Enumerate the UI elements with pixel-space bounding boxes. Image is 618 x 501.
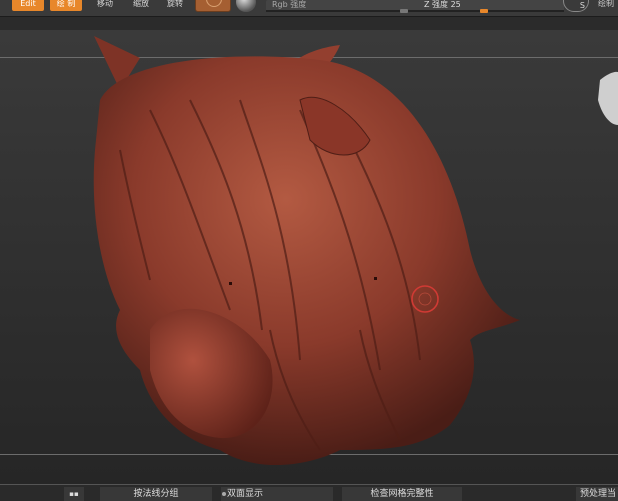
top-toolbar: Edit 绘 制 移动 缩放 旋转 Rgb 强度 Z 强度 25 S 绘制 (0, 0, 618, 17)
rotate-button[interactable]: 旋转 (160, 0, 190, 11)
rgb-slider-knob[interactable] (400, 9, 408, 13)
cut-label: 绘制 (598, 0, 614, 8)
move-button[interactable]: 移动 (90, 0, 120, 11)
s-toggle-button[interactable]: S (563, 0, 589, 12)
sphere-icon[interactable] (236, 0, 256, 12)
material-swatch-icon[interactable] (195, 0, 231, 12)
rgb-intensity-slider[interactable]: Rgb 强度 (266, 0, 422, 13)
z-intensity-label: Z 强度 (424, 0, 449, 9)
z-slider-knob[interactable] (480, 9, 488, 13)
s-toggle-label: S (579, 1, 585, 10)
draw-button[interactable]: 绘 制 (50, 0, 82, 11)
grip-handle[interactable]: ▪▪ (64, 487, 84, 501)
sculpt-model[interactable] (0, 30, 618, 484)
3d-viewport[interactable] (0, 30, 618, 484)
secondary-model (598, 71, 618, 125)
preprocess-button[interactable]: 预处理当 (576, 487, 618, 501)
rgb-intensity-label: Rgb 强度 (272, 0, 307, 9)
bottom-bar: ▪▪ 按法线分组 双面显示 检查网格完整性 预处理当 (0, 484, 618, 501)
z-intensity-slider[interactable]: Z 强度 25 (418, 0, 564, 13)
check-mesh-button[interactable]: 检查网格完整性 (342, 487, 462, 501)
double-sided-toggle[interactable]: 双面显示 (221, 487, 333, 501)
anchor-marker (229, 282, 232, 285)
z-intensity-value: 25 (450, 0, 461, 9)
group-by-normals-button[interactable]: 按法线分组 (100, 487, 212, 501)
anchor-marker (374, 277, 377, 280)
scale-button[interactable]: 缩放 (126, 0, 156, 11)
edit-button[interactable]: Edit (12, 0, 44, 11)
